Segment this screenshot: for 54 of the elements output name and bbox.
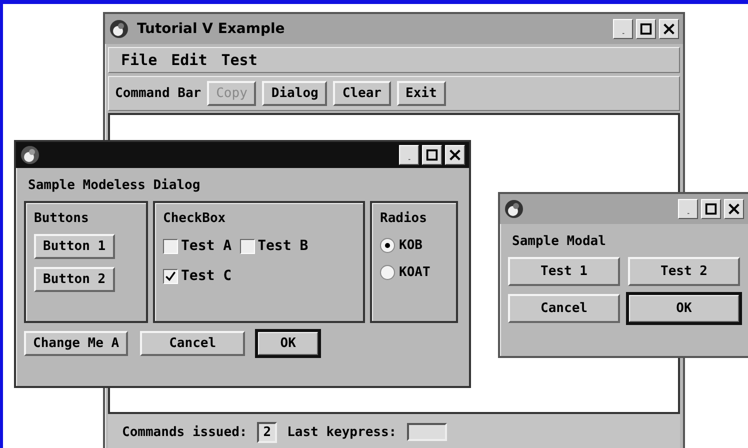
push-button[interactable]: Test 1 <box>508 257 620 286</box>
checkbox-label: Test B <box>258 238 308 254</box>
frame-title: CheckBox <box>163 211 227 226</box>
maximize-icon <box>425 148 439 162</box>
push-button[interactable]: Button 1 <box>34 234 115 259</box>
radio-label: KOAT <box>399 265 430 280</box>
push-button[interactable]: Change Me A <box>24 331 128 356</box>
push-button[interactable]: Test 2 <box>628 257 740 286</box>
minimize-button[interactable] <box>678 199 698 219</box>
dialog-heading: Sample Modal <box>511 234 607 249</box>
app-icon <box>109 19 129 39</box>
close-icon <box>448 148 462 162</box>
minimize-button[interactable] <box>399 145 419 165</box>
checkbox[interactable] <box>163 268 178 284</box>
radio-label: KOB <box>399 238 422 253</box>
checkbox[interactable] <box>240 238 255 254</box>
menu-item[interactable]: Edit <box>171 51 208 69</box>
close-icon <box>662 22 676 36</box>
close-icon <box>727 202 741 216</box>
status-value: 2 <box>257 422 278 442</box>
maximize-button[interactable] <box>701 199 721 219</box>
maximize-icon <box>704 202 718 216</box>
command-button[interactable]: Dialog <box>262 81 328 106</box>
menu-item[interactable]: Test <box>221 51 258 69</box>
push-button[interactable]: OK <box>257 331 320 356</box>
maximize-icon <box>639 22 653 36</box>
command-button[interactable]: Exit <box>396 81 446 106</box>
menu-item[interactable]: File <box>121 51 158 69</box>
keypress-box <box>406 423 447 441</box>
command-button[interactable]: Clear <box>333 81 391 106</box>
minimize-button[interactable] <box>613 19 633 39</box>
close-button[interactable] <box>445 145 465 165</box>
frame-title: Buttons <box>34 211 90 226</box>
maximize-button[interactable] <box>636 19 656 39</box>
push-button[interactable]: Button 2 <box>34 267 115 292</box>
radio-button[interactable] <box>380 238 395 253</box>
checkbox-label: Test C <box>181 268 232 284</box>
maximize-button[interactable] <box>422 145 442 165</box>
command-bar-label: Command Bar <box>115 86 202 101</box>
checkbox-label: Test A <box>181 238 232 254</box>
close-button[interactable] <box>724 199 744 219</box>
status-label: Commands issued: <box>122 424 248 440</box>
push-button[interactable]: OK <box>628 294 740 323</box>
close-button[interactable] <box>659 19 679 39</box>
app-icon <box>504 199 524 219</box>
frame-title: Radios <box>380 211 427 226</box>
push-button[interactable]: Cancel <box>140 331 246 356</box>
status-label: Last keypress: <box>287 424 397 440</box>
radio-button[interactable] <box>380 265 395 280</box>
app-icon <box>20 145 40 165</box>
dialog-heading: Sample Modeless Dialog <box>27 178 202 193</box>
checkbox[interactable] <box>163 238 178 254</box>
window-title: Tutorial V Example <box>137 21 286 37</box>
push-button[interactable]: Cancel <box>508 294 620 323</box>
